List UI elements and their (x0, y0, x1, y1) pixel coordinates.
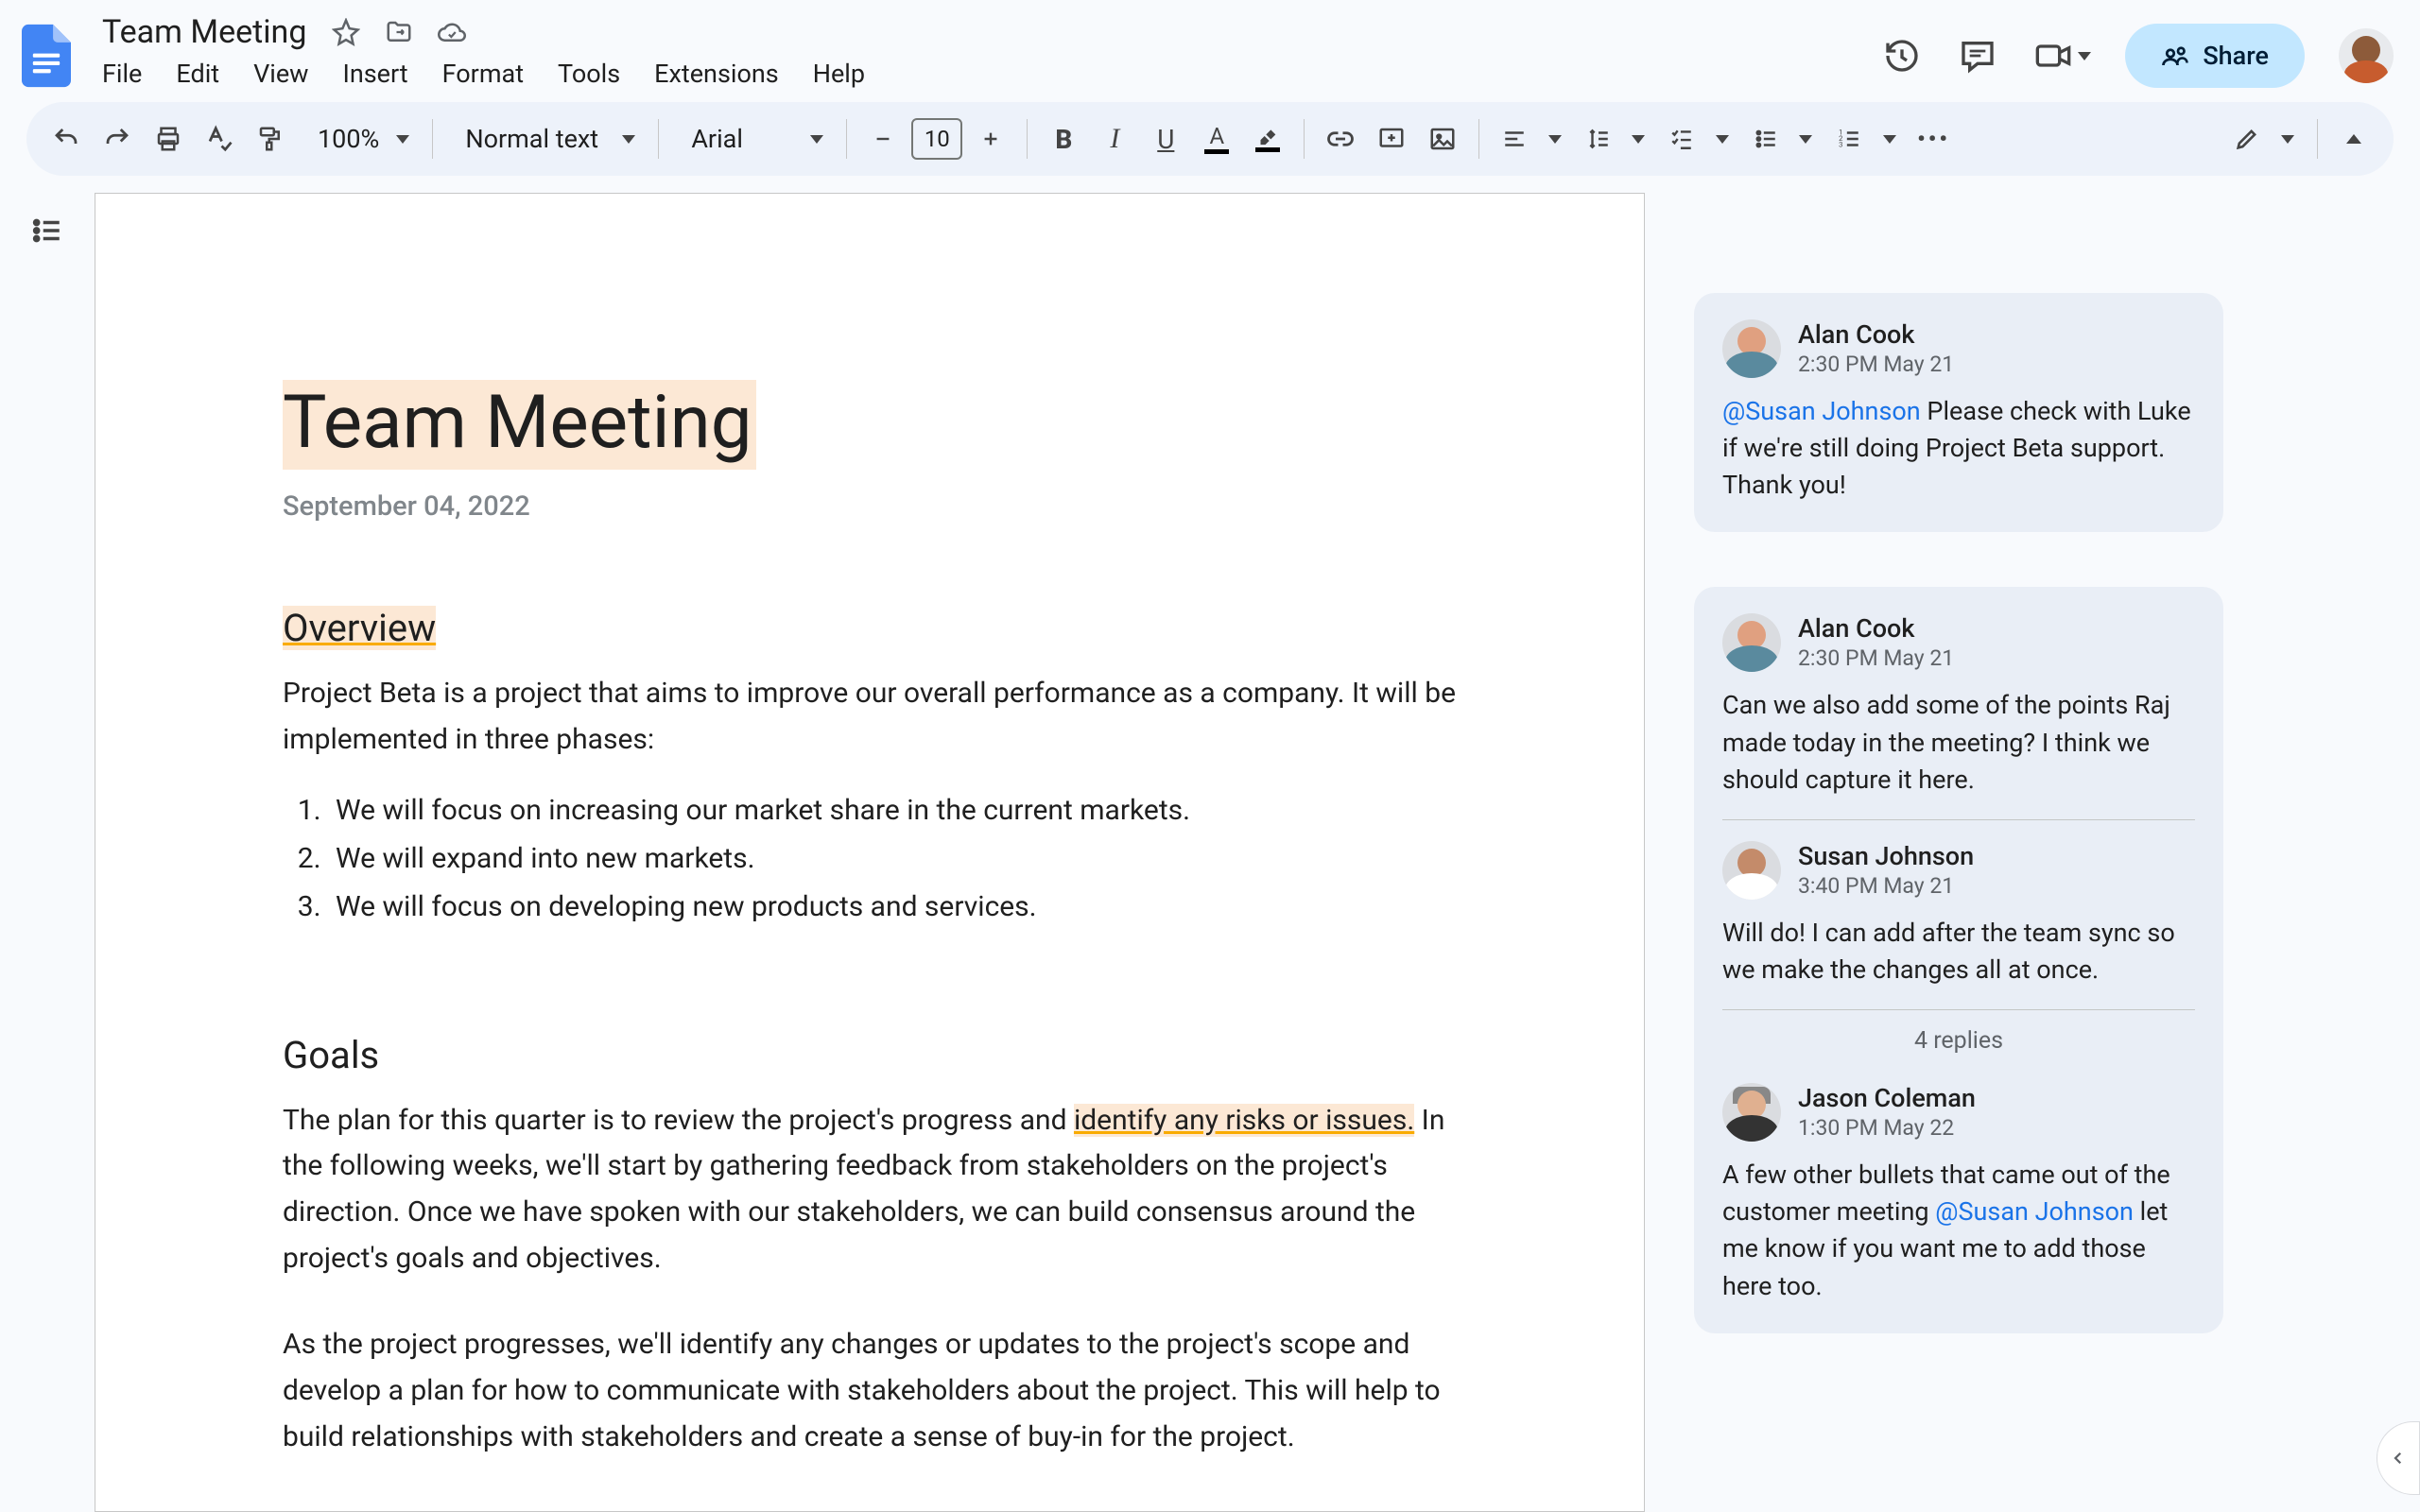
overview-heading: Overview (283, 606, 436, 650)
meet-dropdown-caret[interactable] (2078, 52, 2091, 60)
collapse-toolbar-button[interactable] (2331, 116, 2377, 162)
commenter-name: Jason Coleman (1798, 1083, 1976, 1113)
spellcheck-button[interactable] (197, 116, 242, 162)
account-avatar[interactable] (2339, 28, 2394, 83)
zoom-dropdown[interactable]: 100% (299, 124, 419, 154)
italic-button[interactable]: I (1092, 116, 1137, 162)
paragraph-style-dropdown[interactable]: Normal text (446, 124, 645, 154)
menu-insert[interactable]: Insert (342, 59, 407, 89)
underline-button[interactable]: U (1143, 116, 1188, 162)
commenter-avatar (1722, 613, 1781, 672)
goals-heading: Goals (283, 1033, 1457, 1077)
goals-paragraph-2: As the project progresses, we'll identif… (283, 1322, 1457, 1461)
bulleted-list-dropdown[interactable] (1744, 125, 1822, 153)
cloud-status-icon[interactable] (435, 15, 469, 49)
mention[interactable]: @Susan Johnson (1722, 396, 1921, 426)
comment-timestamp: 2:30 PM May 21 (1798, 645, 1954, 671)
comment-timestamp: 1:30 PM May 22 (1798, 1115, 1976, 1141)
star-icon[interactable] (329, 15, 363, 49)
docs-logo-icon[interactable] (13, 23, 79, 89)
line-spacing-dropdown[interactable] (1577, 125, 1654, 153)
replies-count[interactable]: 4 replies (1722, 1009, 2195, 1058)
undo-button[interactable] (43, 116, 89, 162)
comments-panel: Alan Cook 2:30 PM May 21 @Susan Johnson … (1645, 189, 2420, 1512)
print-button[interactable] (146, 116, 191, 162)
comment-thread-card[interactable]: Alan Cook 2:30 PM May 21 Can we also add… (1694, 587, 2223, 1332)
insert-image-button[interactable] (1420, 116, 1465, 162)
menubar: File Edit View Insert Format Tools Exten… (93, 53, 1868, 100)
comment-body: Will do! I can add after the team sync s… (1722, 915, 2195, 988)
goals-paragraph-1: The plan for this quarter is to review t… (283, 1098, 1457, 1283)
comment-body: Can we also add some of the points Raj m… (1722, 687, 2195, 798)
list-item: We will focus on developing new products… (328, 883, 1457, 931)
list-item: We will expand into new markets. (328, 834, 1457, 883)
doc-date: September 04, 2022 (283, 490, 1457, 523)
comment-body: @Susan Johnson Please check with Luke if… (1722, 393, 2195, 504)
doc-heading: Team Meeting (283, 380, 756, 470)
list-item: We will focus on increasing our market s… (328, 786, 1457, 834)
redo-button[interactable] (95, 116, 140, 162)
comment-timestamp: 3:40 PM May 21 (1798, 873, 1974, 899)
editing-mode-dropdown[interactable] (2224, 125, 2304, 153)
bold-button[interactable]: B (1041, 116, 1086, 162)
history-icon[interactable] (1881, 35, 1923, 77)
commenter-name: Susan Johnson (1798, 841, 1974, 871)
paint-format-button[interactable] (248, 116, 293, 162)
menu-help[interactable]: Help (813, 59, 865, 89)
highlighted-text: identify any risks or issues. (1074, 1104, 1414, 1137)
font-size-input[interactable]: 10 (911, 118, 962, 160)
numbered-list-dropdown[interactable]: 123 (1827, 125, 1905, 153)
align-dropdown[interactable] (1493, 125, 1570, 153)
svg-text:3: 3 (1839, 141, 1842, 149)
checklist-dropdown[interactable] (1660, 125, 1737, 153)
comments-icon[interactable] (1957, 35, 1998, 77)
commenter-avatar (1722, 841, 1781, 900)
commenter-avatar (1722, 1083, 1781, 1142)
commenter-name: Alan Cook (1798, 319, 1954, 350)
phases-list: We will focus on increasing our market s… (283, 786, 1457, 931)
add-comment-button[interactable] (1369, 116, 1414, 162)
mention[interactable]: @Susan Johnson (1935, 1196, 2134, 1227)
commenter-name: Alan Cook (1798, 613, 1954, 644)
comment-timestamp: 2:30 PM May 21 (1798, 352, 1954, 377)
menu-file[interactable]: File (102, 59, 142, 89)
more-tools-button[interactable]: ••• (1911, 116, 1957, 162)
insert-link-button[interactable] (1318, 116, 1363, 162)
menu-edit[interactable]: Edit (176, 59, 219, 89)
decrease-font-button[interactable] (860, 116, 906, 162)
share-button[interactable]: Share (2125, 24, 2305, 88)
share-label: Share (2203, 41, 2269, 71)
format-toolbar: 100% Normal text Arial 10 B I U A 123 ••… (26, 102, 2394, 176)
menu-extensions[interactable]: Extensions (654, 59, 779, 89)
comment-card[interactable]: Alan Cook 2:30 PM May 21 @Susan Johnson … (1694, 293, 2223, 532)
increase-font-button[interactable] (968, 116, 1013, 162)
move-icon[interactable] (382, 15, 416, 49)
highlight-color-button[interactable] (1245, 116, 1290, 162)
comment-body: A few other bullets that came out of the… (1722, 1157, 2195, 1305)
menu-tools[interactable]: Tools (558, 59, 620, 89)
font-dropdown[interactable]: Arial (672, 124, 833, 154)
document-page[interactable]: Team Meeting September 04, 2022 Overview… (95, 193, 1645, 1512)
menu-view[interactable]: View (253, 59, 308, 89)
commenter-avatar (1722, 319, 1781, 378)
text-color-button[interactable]: A (1194, 116, 1239, 162)
show-outline-button[interactable] (26, 210, 68, 251)
menu-format[interactable]: Format (442, 59, 524, 89)
expand-side-panel-button[interactable] (2377, 1421, 2420, 1495)
document-title[interactable]: Team Meeting (96, 11, 312, 53)
meet-icon[interactable] (2032, 35, 2074, 77)
overview-paragraph: Project Beta is a project that aims to i… (283, 671, 1457, 764)
